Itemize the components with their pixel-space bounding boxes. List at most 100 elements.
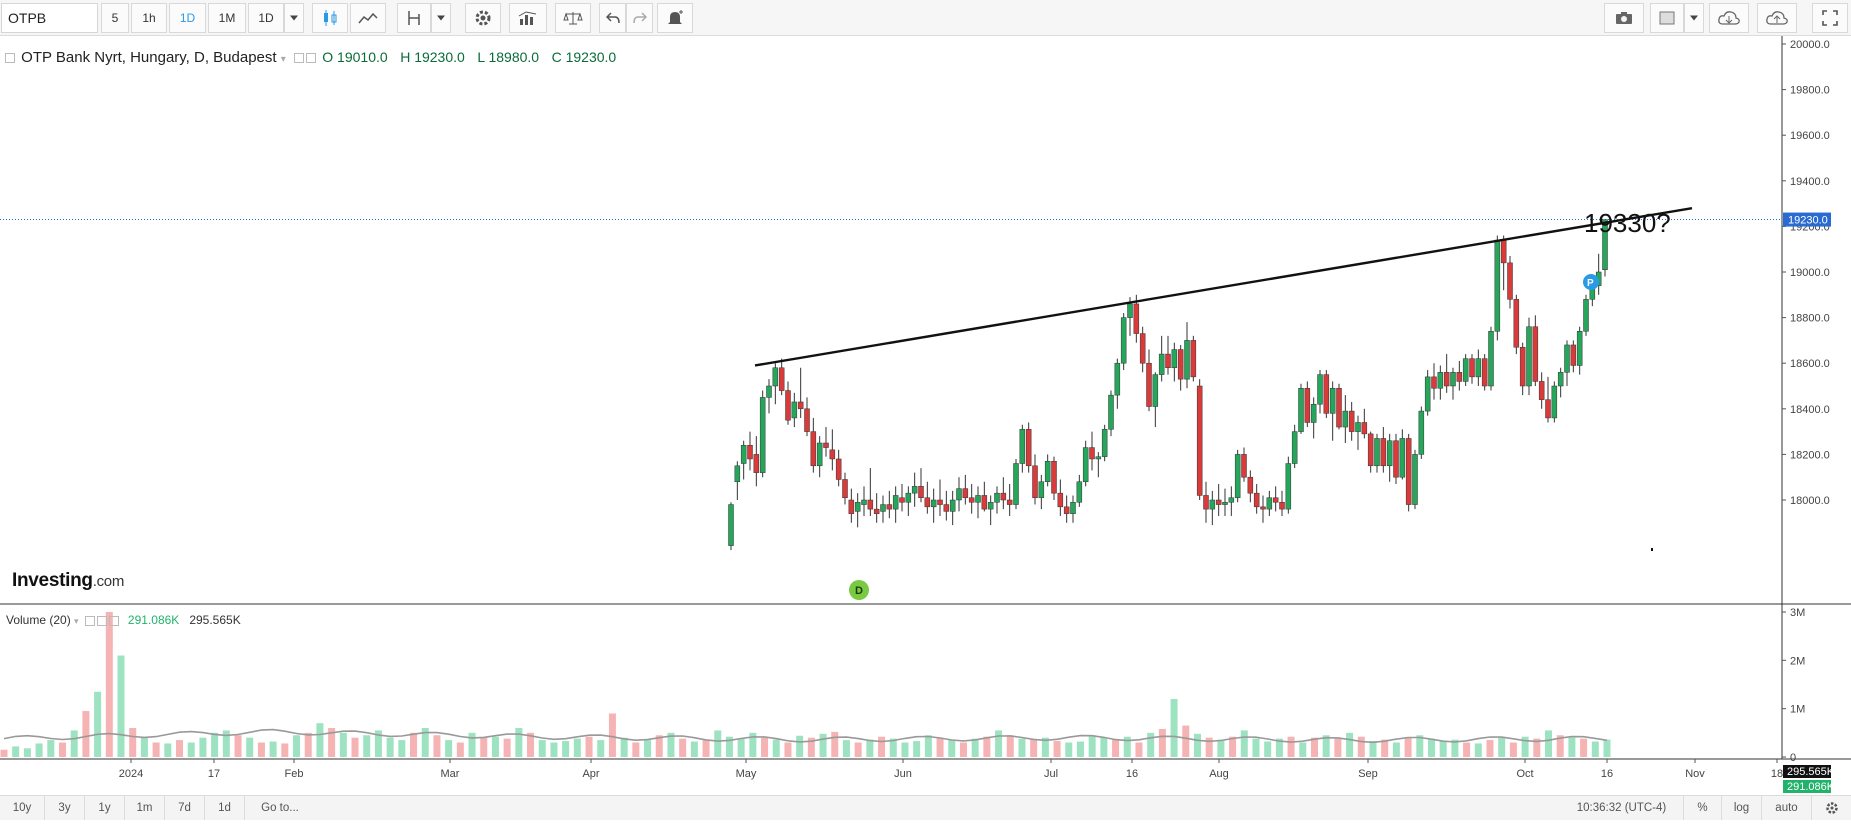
volume-bar: [1088, 735, 1096, 757]
alert-button[interactable]: [657, 3, 693, 33]
price-annotation-text: 19330?: [1584, 208, 1671, 238]
volume-bar: [1053, 741, 1061, 757]
volume-bar: [1509, 742, 1517, 757]
instrument-title[interactable]: OTP Bank Nyrt, Hungary, D, Budapest: [21, 49, 276, 66]
volume-bar: [1217, 739, 1225, 757]
volume-pane: [0, 612, 1611, 757]
interval-dropdown-button[interactable]: [284, 3, 304, 33]
percent-scale-toggle[interactable]: %: [1684, 796, 1722, 820]
volume-bar: [608, 713, 616, 757]
candle-body: [1101, 429, 1108, 457]
compare-button[interactable]: [350, 3, 386, 33]
candle-body: [1576, 331, 1583, 366]
title-dropdown-icon[interactable]: ▾: [281, 54, 286, 65]
candle-body: [1127, 303, 1133, 318]
volume-bar: [351, 737, 359, 757]
price-tick-label: 18200.0: [1790, 449, 1830, 461]
volume-bar: [105, 612, 113, 757]
interval-1m-button[interactable]: 1M: [208, 3, 246, 33]
ohlc-close: C 19230.0: [551, 49, 617, 65]
volume-bar: [1100, 737, 1108, 757]
candle-body: [1063, 506, 1070, 514]
snapshot-button[interactable]: [1604, 3, 1644, 33]
candle-body: [1405, 438, 1412, 505]
volume-bar: [550, 742, 558, 757]
volume-close-icon[interactable]: [109, 615, 120, 626]
candle-body: [1272, 497, 1279, 503]
volume-bar: [117, 655, 125, 757]
fullscreen-button[interactable]: [1812, 3, 1848, 33]
layout-button[interactable]: [1650, 3, 1684, 33]
indicators-dropdown-button[interactable]: [431, 3, 451, 33]
volume-bar: [1065, 742, 1073, 757]
volume-title[interactable]: Volume (20): [6, 613, 71, 627]
load-chart-button[interactable]: [1709, 3, 1749, 33]
log-scale-toggle[interactable]: log: [1722, 796, 1762, 820]
studies-button[interactable]: [509, 3, 547, 33]
range-3y-button[interactable]: 3y: [45, 796, 85, 820]
volume-bar: [819, 733, 827, 757]
cloud-download-icon: [1718, 11, 1740, 25]
save-chart-button[interactable]: [1757, 3, 1797, 33]
candle-body: [778, 367, 785, 391]
candle-body: [1298, 388, 1304, 432]
range-7d-button[interactable]: 7d: [165, 796, 205, 820]
indicators-button[interactable]: [397, 3, 431, 33]
interval-1d-button[interactable]: 1D: [169, 3, 206, 33]
volume-dropdown-icon[interactable]: ▾: [74, 616, 79, 626]
volume-settings-icon[interactable]: [85, 615, 96, 626]
volume-bar: [562, 741, 570, 757]
range-1y-button[interactable]: 1y: [85, 796, 125, 820]
candle-body: [1222, 502, 1228, 505]
candle-body: [1557, 372, 1564, 387]
candle-body: [1177, 349, 1184, 380]
volume-bar: [679, 738, 687, 757]
interval-select-button[interactable]: 1D: [248, 3, 284, 33]
candle-body: [1038, 481, 1045, 498]
candle-body: [1437, 372, 1444, 389]
goto-date-button[interactable]: Go to...: [245, 796, 315, 820]
volume-bar: [702, 740, 710, 757]
candle-body: [1044, 460, 1051, 483]
chart-settings-button[interactable]: [1812, 796, 1851, 820]
visibility-icon[interactable]: [306, 53, 317, 64]
candle-body: [918, 486, 924, 498]
compare-scale-button[interactable]: [555, 3, 591, 33]
range-1d-button[interactable]: 1d: [205, 796, 245, 820]
chart-area[interactable]: 20000.019800.019600.019400.019200.019000…: [0, 36, 1851, 795]
candle-body: [962, 488, 969, 498]
layout-dropdown-button[interactable]: [1684, 3, 1704, 33]
volume-legend: Volume (20) ▾ 291.086K 295.565K: [6, 613, 241, 627]
volume-bar: [152, 742, 160, 757]
range-10y-button[interactable]: 10y: [0, 796, 45, 820]
volume-bar: [1463, 742, 1471, 757]
collapse-icon[interactable]: [5, 53, 15, 64]
candles-style-button[interactable]: [312, 3, 348, 33]
settings-icon[interactable]: [294, 53, 305, 64]
volume-bar: [129, 728, 137, 757]
auto-scale-toggle[interactable]: auto: [1762, 796, 1812, 820]
clock-timezone[interactable]: 10:36:32 (UTC-4): [1560, 796, 1684, 820]
redo-button[interactable]: [626, 3, 653, 33]
dividend-marker-letter: D: [855, 585, 863, 597]
volume-visibility-icon[interactable]: [97, 615, 108, 626]
undo-button[interactable]: [599, 3, 626, 33]
volume-bar: [468, 732, 476, 757]
candle-body: [1051, 460, 1057, 494]
candle-body: [1570, 344, 1577, 366]
trendline-drawing[interactable]: [754, 206, 1693, 367]
bottom-toolbar: 10y 3y 1y 1m 7d 1d Go to... 10:36:32 (UT…: [0, 795, 1851, 820]
candle-body: [1399, 438, 1406, 478]
candle-body: [1291, 431, 1298, 464]
volume-bar: [1147, 732, 1155, 757]
event-markers[interactable]: DP: [849, 274, 1599, 600]
range-1m-button[interactable]: 1m: [125, 796, 165, 820]
settings-button[interactable]: [465, 3, 501, 33]
interval-5-button[interactable]: 5: [101, 3, 129, 33]
price-tick-label: 18400.0: [1790, 404, 1830, 416]
volume-bar: [1544, 730, 1552, 757]
symbol-search-input[interactable]: OTPB: [1, 3, 98, 33]
interval-1h-button[interactable]: 1h: [131, 3, 167, 33]
candle-body: [734, 465, 741, 483]
candle-body: [1247, 476, 1254, 494]
